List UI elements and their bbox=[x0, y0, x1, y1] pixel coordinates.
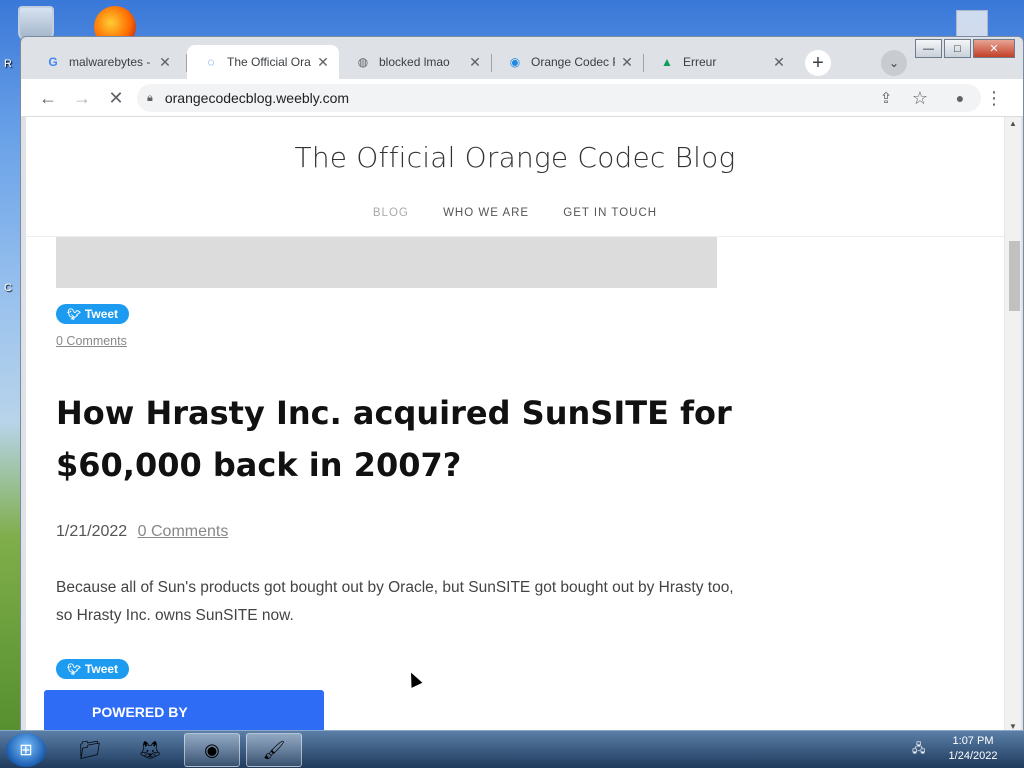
site-title[interactable]: The Official Orange Codec Blog bbox=[26, 141, 1004, 174]
comments-link[interactable]: 0 Comments bbox=[56, 334, 127, 348]
tab-close-icon[interactable]: ✕ bbox=[467, 54, 483, 71]
tweet-label: Tweet bbox=[84, 662, 119, 676]
profile-avatar-icon[interactable]: ● bbox=[947, 85, 973, 111]
twitter-bird-icon: 🐦︎ bbox=[66, 663, 81, 676]
page-viewport: 🐦︎ Tweet 0 Comments How Hrasty Inc. acqu… bbox=[26, 117, 1004, 731]
clock-time: 1:07 PM bbox=[952, 735, 994, 747]
post-date: 1/21/2022 bbox=[56, 523, 128, 540]
tab-title: Orange Codec Player bbox=[531, 55, 615, 69]
twitter-bird-icon: 🐦︎ bbox=[66, 308, 81, 321]
post-body: Because all of Sun's products got bought… bbox=[56, 579, 734, 624]
nav-who-we-are[interactable]: WHO WE ARE bbox=[443, 207, 529, 219]
tab-search-chevron-icon[interactable]: ⌄ bbox=[881, 50, 907, 76]
forward-button[interactable]: → bbox=[69, 85, 95, 111]
desktop-label-c: C bbox=[4, 282, 12, 294]
tab-title: malwarebytes - Google bbox=[69, 55, 153, 69]
system-clock[interactable]: 1:07 PM 1/24/2022 bbox=[936, 734, 1010, 764]
paint-icon[interactable]: 🖌︎ bbox=[246, 733, 302, 767]
tab-close-icon[interactable]: ✕ bbox=[157, 54, 173, 71]
tab-blocked-lmao[interactable]: ◍ blocked lmao ✕ bbox=[339, 45, 491, 79]
tab-strip: G malwarebytes - Google ✕ ◌ The Official… bbox=[21, 45, 921, 79]
tab-title: Erreur bbox=[683, 55, 717, 69]
address-bar[interactable]: 🔒︎ orangecodecblog.weebly.com bbox=[137, 84, 981, 112]
tab-title: The Official Orange bbox=[227, 55, 311, 69]
firefox-icon[interactable]: 🦊︎ bbox=[122, 733, 178, 767]
post-meta: 1/21/2022 0 Comments bbox=[56, 523, 228, 541]
nav-blog[interactable]: BLOG bbox=[373, 207, 409, 219]
tab-erreur[interactable]: ▲ Erreur ✕ bbox=[643, 45, 795, 79]
close-window-button[interactable]: ✕ bbox=[973, 39, 1015, 58]
globe-icon: ◍ bbox=[357, 55, 369, 69]
menu-kebab-icon[interactable]: ⋮ bbox=[981, 85, 1007, 111]
maximize-button[interactable]: □ bbox=[944, 39, 971, 58]
tab-close-icon[interactable]: ✕ bbox=[771, 54, 787, 71]
site-nav: BLOG WHO WE ARE GET IN TOUCH bbox=[26, 207, 1004, 219]
browser-window: — □ ✕ G malwarebytes - Google ✕ ◌ The Of… bbox=[20, 36, 1024, 732]
powered-by-weebly-banner[interactable]: POWERED BY bbox=[44, 690, 324, 731]
chrome-icon[interactable]: ◉ bbox=[184, 733, 240, 767]
google-icon: G bbox=[48, 55, 58, 69]
tab-title: blocked lmao bbox=[379, 55, 450, 69]
post-title[interactable]: How Hrasty Inc. acquired SunSITE for $60… bbox=[56, 387, 736, 491]
tab-official-orange[interactable]: ◌ The Official Orange ✕ bbox=[187, 45, 339, 79]
vertical-scrollbar[interactable]: ▲ ▼ bbox=[1004, 117, 1021, 731]
new-tab-button[interactable]: + bbox=[805, 50, 831, 76]
desktop-label-r: R bbox=[4, 58, 12, 70]
nav-get-in-touch[interactable]: GET IN TOUCH bbox=[563, 207, 657, 219]
tab-orange-codec-player[interactable]: ◉ Orange Codec Player ✕ bbox=[491, 45, 643, 79]
bookmark-star-icon[interactable]: ☆ bbox=[907, 85, 933, 111]
start-button[interactable]: ⊞ bbox=[6, 733, 46, 767]
browser-toolbar: ← → ✕ 🔒︎ orangecodecblog.weebly.com ⇪ ☆ … bbox=[21, 79, 1023, 117]
tweet-button[interactable]: 🐦︎ Tweet bbox=[56, 304, 129, 324]
google-drive-icon: ▲ bbox=[661, 55, 673, 69]
orange-codec-icon: ◉ bbox=[509, 55, 521, 69]
tweet-label: Tweet bbox=[84, 307, 119, 321]
tab-close-icon[interactable]: ✕ bbox=[619, 54, 635, 71]
network-tray-icon[interactable]: 🖧︎ bbox=[912, 739, 925, 760]
loading-spinner-icon: ◌ bbox=[207, 55, 215, 69]
window-controls: — □ ✕ bbox=[913, 39, 1015, 58]
taskbar: ⊞ 📁︎ 🦊︎ ◉ 🖌︎ 🖧︎ 1:07 PM 1/24/2022 bbox=[0, 730, 1024, 768]
post-comments-link[interactable]: 0 Comments bbox=[138, 523, 229, 540]
lock-icon[interactable]: 🔒︎ bbox=[147, 92, 153, 105]
url-text: orangecodecblog.weebly.com bbox=[164, 90, 350, 106]
stop-loading-button[interactable]: ✕ bbox=[103, 85, 129, 111]
site-header: The Official Orange Codec Blog BLOG WHO … bbox=[26, 117, 1004, 237]
post-image-placeholder bbox=[56, 237, 717, 288]
scroll-up-icon[interactable]: ▲ bbox=[1009, 119, 1017, 128]
tab-close-icon[interactable]: ✕ bbox=[315, 54, 331, 71]
tweet-button[interactable]: 🐦︎ Tweet bbox=[56, 659, 129, 679]
back-button[interactable]: ← bbox=[35, 85, 61, 111]
scroll-thumb[interactable] bbox=[1009, 241, 1020, 311]
tab-malwarebytes[interactable]: G malwarebytes - Google ✕ bbox=[29, 45, 181, 79]
share-icon[interactable]: ⇪ bbox=[873, 85, 899, 111]
folder-icon[interactable]: 📁︎ bbox=[62, 733, 118, 767]
clock-date: 1/24/2022 bbox=[948, 750, 998, 762]
